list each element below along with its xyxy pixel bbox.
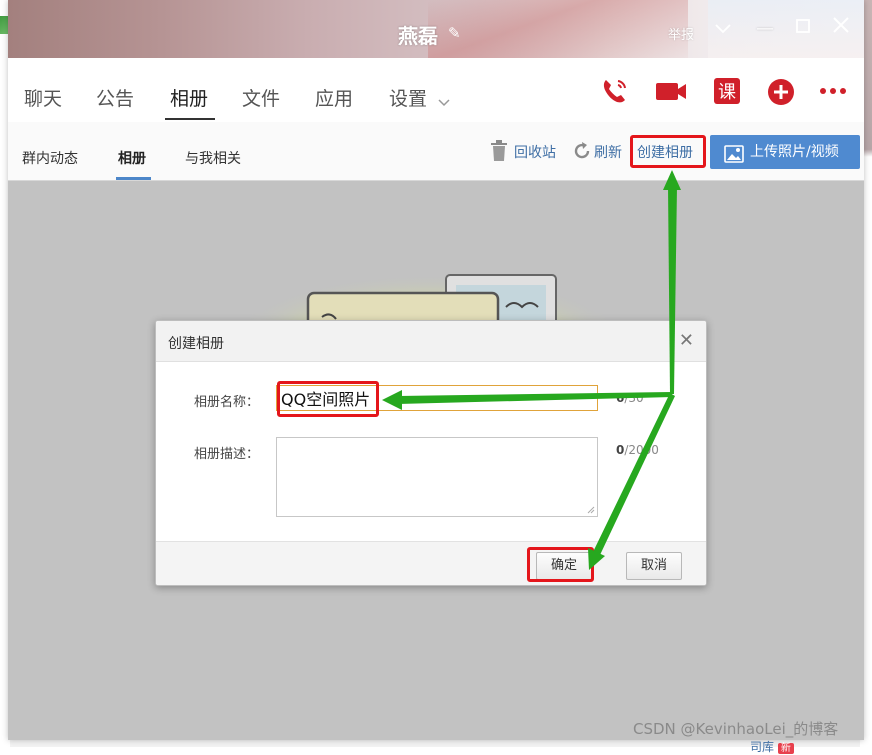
dialog-header: 创建相册 ✕ [156,321,706,362]
tab-settings[interactable]: 设置 [389,84,427,111]
close-icon[interactable] [828,16,854,42]
dialog-footer: 确定 取消 [156,541,706,585]
tab-announcement[interactable]: 公告 [96,84,134,111]
title-bar: 燕磊 ✎ 举报 — [8,0,864,58]
chevron-down-icon[interactable] [710,16,736,42]
tab-album-list[interactable]: 相册 [118,148,146,168]
refresh-icon[interactable] [572,141,592,165]
album-desc-label: 相册描述： [194,447,260,462]
group-name: 燕磊 [398,24,438,48]
add-icon[interactable] [766,76,796,106]
video-icon[interactable] [654,76,686,106]
highlight-confirm [527,547,594,582]
main-tabs: 聊天 公告 相册 文件 应用 设置 课 [8,58,864,123]
active-tab-indicator [165,118,215,120]
class-icon[interactable]: 课 [712,76,742,106]
maximize-icon[interactable] [790,16,816,42]
tab-chat[interactable]: 聊天 [24,84,62,111]
resize-grip-icon[interactable] [585,504,595,514]
highlight-album-name [277,381,379,417]
tab-group-feed[interactable]: 群内动态 [22,148,78,168]
more-icon[interactable] [818,76,848,106]
highlight-create-album [630,135,706,168]
chevron-down-icon[interactable] [438,92,450,111]
report-link[interactable]: 举报 [668,24,694,43]
tab-apps[interactable]: 应用 [315,84,353,111]
tab-album[interactable]: 相册 [170,84,208,111]
upload-button-label: 上传照片/视频 [750,144,839,160]
trash-icon[interactable] [490,140,508,166]
album-desc-textarea[interactable] [276,437,598,517]
album-desc-counter: 0/2000 [616,443,659,457]
image-upload-icon [724,142,744,163]
bottom-link-label: 司库 [750,740,775,754]
recycle-bin-link[interactable]: 回收站 [514,142,556,162]
tab-related-to-me[interactable]: 与我相关 [185,148,241,168]
refresh-link[interactable]: 刷新 [594,142,622,162]
desc-max: /2000 [624,443,659,457]
name-max: /30 [624,391,644,405]
sub-tab-indicator [116,177,151,180]
album-name-counter: 6/30 [616,391,644,405]
phone-icon[interactable] [600,76,630,106]
new-badge: 新 [777,743,794,754]
cancel-button[interactable]: 取消 [626,552,682,580]
tab-files[interactable]: 文件 [242,84,280,111]
close-icon[interactable]: ✕ [679,330,694,351]
create-album-dialog: 创建相册 ✕ 相册名称： 6/30 相册描述： 0/2000 确定 取消 [155,320,707,586]
class-icon-label: 课 [718,82,736,103]
watermark: CSDN @KevinhaoLei_的博客 [633,720,839,738]
album-name-label: 相册名称： [194,395,260,410]
title-bg-art [428,0,688,58]
minimize-icon[interactable]: — [752,16,778,42]
edit-icon[interactable]: ✎ [448,24,466,42]
upload-photo-button[interactable]: 上传照片/视频 [710,135,860,169]
dialog-title: 创建相册 [168,336,224,352]
album-sub-tabs: 群内动态 相册 与我相关 回收站 刷新 创建相册 上传照片/视频 [8,122,864,181]
